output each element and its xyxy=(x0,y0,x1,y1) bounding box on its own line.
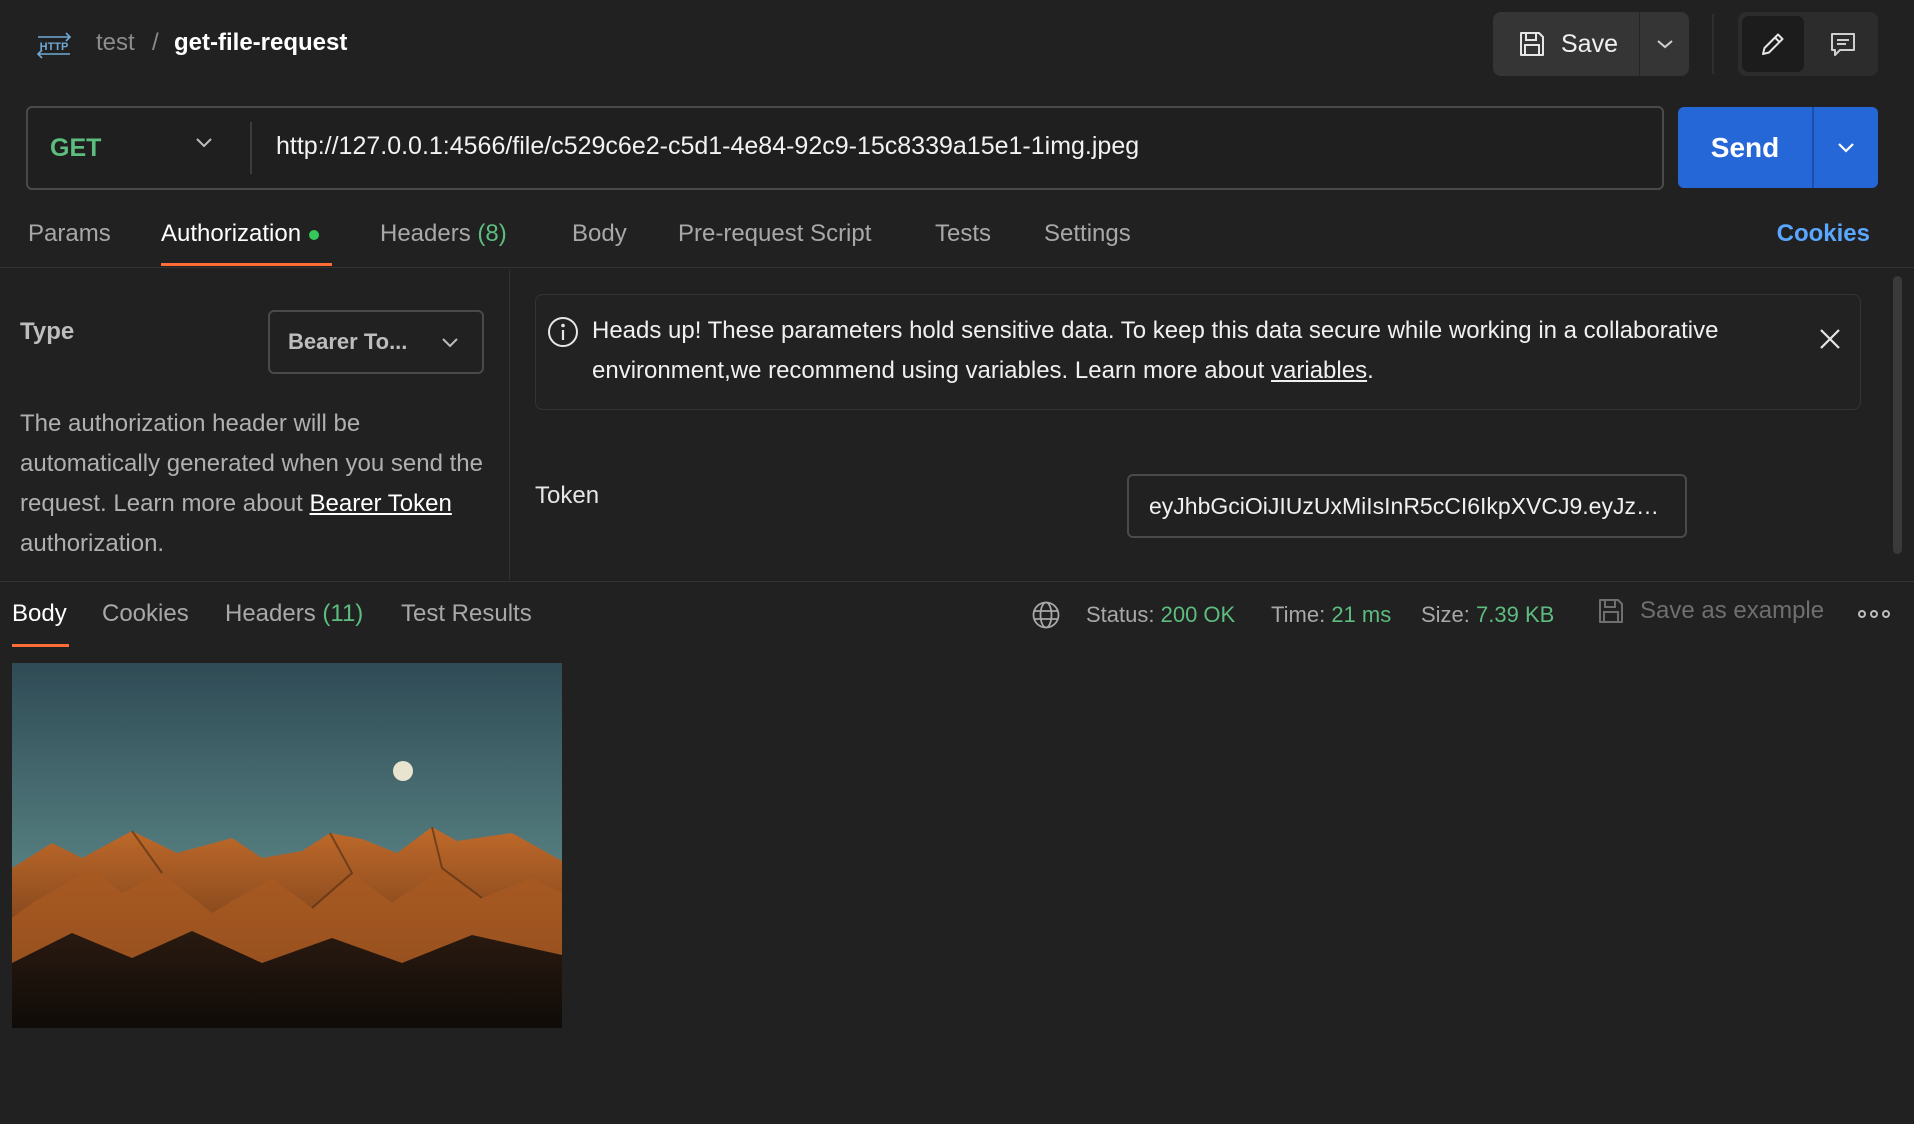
dot xyxy=(1858,610,1866,618)
tab-params[interactable]: Params xyxy=(28,220,111,248)
auth-scrollbar[interactable] xyxy=(1893,276,1902,554)
tab-prerequest-script[interactable]: Pre-request Script xyxy=(678,220,871,248)
chevron-down-icon xyxy=(1836,141,1856,155)
method-divider xyxy=(250,122,252,174)
tab-tests[interactable]: Tests xyxy=(935,220,991,248)
svg-text:HTTP: HTTP xyxy=(40,41,69,53)
active-tab-underline xyxy=(161,263,332,266)
response-time: Time: 21 ms xyxy=(1271,602,1391,628)
pencil-icon xyxy=(1758,29,1788,59)
response-tab-test-results[interactable]: Test Results xyxy=(401,600,532,628)
tab-body[interactable]: Body xyxy=(572,220,627,248)
tab-headers-count: (8) xyxy=(477,220,507,247)
response-tab-headers-count: (11) xyxy=(322,600,364,627)
response-toolbar: Body Cookies Headers (11) Test Results S… xyxy=(0,581,1914,651)
method-select[interactable]: GET xyxy=(28,108,250,188)
notice-message-suffix: . xyxy=(1367,357,1374,384)
save-icon xyxy=(1517,29,1547,59)
info-icon xyxy=(546,315,580,349)
auth-type-value: Bearer To... xyxy=(288,329,408,354)
time-value: 21 ms xyxy=(1331,602,1392,627)
http-icon: HTTP xyxy=(36,29,72,59)
tab-headers[interactable]: Headers (8) xyxy=(380,220,507,248)
auth-type-select[interactable]: Bearer To... xyxy=(268,310,484,374)
variables-link[interactable]: variables xyxy=(1271,357,1367,384)
tab-authorization-label: Authorization xyxy=(161,220,302,247)
save-button-group: Save xyxy=(1493,12,1689,76)
request-name[interactable]: get-file-request xyxy=(174,28,347,58)
notice-message: Heads up! These parameters hold sensitiv… xyxy=(592,311,1792,391)
header-divider xyxy=(1712,14,1714,74)
response-tab-headers[interactable]: Headers (11) xyxy=(225,600,363,628)
more-options-icon[interactable] xyxy=(1858,604,1890,624)
response-tab-cookies[interactable]: Cookies xyxy=(102,600,189,628)
mountain-moon-photo xyxy=(12,663,562,1028)
notice-message-text: Heads up! These parameters hold sensitiv… xyxy=(592,317,1719,384)
send-options-button[interactable] xyxy=(1814,107,1878,188)
auth-description: The authorization header will be automat… xyxy=(20,404,490,564)
request-header: HTTP test / get-file-request Save xyxy=(0,0,1914,88)
breadcrumb-collection[interactable]: test xyxy=(96,28,135,58)
send-button[interactable]: Send xyxy=(1678,107,1812,188)
auth-type-panel: Type Bearer To... The authorization head… xyxy=(0,270,510,580)
method-label: GET xyxy=(50,133,102,162)
chevron-down-icon xyxy=(194,136,214,150)
auth-description-suffix: authorization. xyxy=(20,530,165,557)
size-value: 7.39 KB xyxy=(1476,602,1555,627)
active-response-tab-underline xyxy=(12,644,69,647)
tab-settings[interactable]: Settings xyxy=(1044,220,1131,248)
response-size: Size: 7.39 KB xyxy=(1421,602,1554,628)
token-input[interactable]: eyJhbGciOiJIUzUxMiIsInR5cCI6IkpXVCJ9.eyJ… xyxy=(1127,474,1687,538)
comment-icon xyxy=(1828,29,1858,59)
save-icon xyxy=(1596,596,1626,626)
token-label: Token xyxy=(535,482,600,509)
size-label: Size: xyxy=(1421,602,1470,627)
save-as-example-button[interactable]: Save as example xyxy=(1596,596,1824,626)
save-button[interactable]: Save xyxy=(1493,12,1639,76)
dot xyxy=(1870,610,1878,618)
chevron-down-icon xyxy=(440,336,460,350)
response-tab-body[interactable]: Body xyxy=(12,600,67,628)
tab-headers-label: Headers xyxy=(380,220,471,247)
response-tab-headers-label: Headers xyxy=(225,600,316,627)
save-label: Save xyxy=(1561,29,1618,58)
active-indicator-dot xyxy=(309,229,320,240)
token-value: eyJhbGciOiJIUzUxMiIsInR5cCI6IkpXVCJ9.eyJ… xyxy=(1149,492,1665,519)
auth-details-panel: Heads up! These parameters hold sensitiv… xyxy=(511,270,1901,580)
time-label: Time: xyxy=(1271,602,1326,627)
sensitive-data-notice: Heads up! These parameters hold sensitiv… xyxy=(535,294,1861,410)
url-input[interactable]: http://127.0.0.1:4566/file/c529c6e2-c5d1… xyxy=(276,132,1139,161)
send-button-group: Send xyxy=(1678,107,1878,188)
save-as-example-label: Save as example xyxy=(1640,597,1825,624)
dot xyxy=(1882,610,1890,618)
close-icon xyxy=(1818,327,1842,351)
tab-authorization[interactable]: Authorization xyxy=(161,220,320,248)
chevron-down-icon xyxy=(1656,38,1674,50)
cookies-link[interactable]: Cookies xyxy=(1777,220,1870,248)
comments-button[interactable] xyxy=(1812,16,1874,72)
breadcrumb-separator: / xyxy=(152,29,159,56)
auth-type-label: Type xyxy=(20,318,75,345)
close-notice-button[interactable] xyxy=(1812,321,1848,357)
request-tabs: Params Authorization Headers (8) Body Pr… xyxy=(0,212,1914,268)
save-options-button[interactable] xyxy=(1640,12,1689,76)
bearer-token-link[interactable]: Bearer Token xyxy=(310,490,452,517)
response-status: Status: 200 OK xyxy=(1086,602,1235,628)
status-value: 200 OK xyxy=(1160,602,1236,627)
view-mode-toggle xyxy=(1738,12,1878,76)
status-label: Status: xyxy=(1086,602,1155,627)
response-image-preview xyxy=(12,663,562,1028)
globe-icon[interactable] xyxy=(1031,600,1061,630)
edit-button[interactable] xyxy=(1742,16,1804,72)
url-bar: GET http://127.0.0.1:4566/file/c529c6e2-… xyxy=(26,106,1664,190)
